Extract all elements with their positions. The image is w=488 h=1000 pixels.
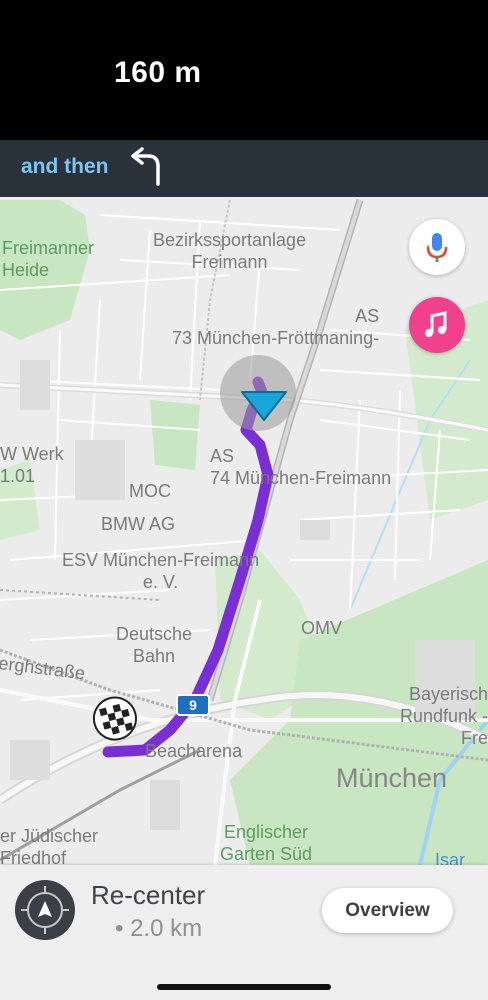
map-label-omv: OMV (301, 618, 343, 638)
instruction-bar: 160 m (0, 0, 488, 140)
music-note-icon (425, 311, 447, 337)
map-label-freimanner-heide: Freimanner Heide (2, 238, 95, 280)
map-label-isar: Isar (435, 850, 466, 865)
map-label-esv: ESV München-Freimann e. V. (62, 550, 260, 592)
map-label-englischer-garten: Englischer Garten Süd (220, 822, 313, 864)
home-indicator[interactable] (157, 984, 331, 990)
microphone-icon (426, 233, 448, 262)
map-label-deutsche-bahn: Deutsche Bahn (116, 624, 193, 666)
next-instruction-label: and then (21, 155, 109, 178)
compass-recenter-icon (21, 886, 69, 934)
map-label-bezirkssportanlage: Bezirkssportanlage Freimann (153, 230, 307, 272)
turn-left-arrow-icon (131, 147, 160, 186)
route-shield: 9 (176, 694, 210, 716)
park-area (150, 400, 200, 470)
map-label-beacharena: Beacharena (145, 741, 243, 761)
overview-button[interactable]: Overview (322, 888, 453, 933)
map-label-bayerischer-rundfunk: Bayerisch Rundfunk - Fre (399, 684, 488, 748)
map-label-bw-werk: W Werk 1.01 (0, 444, 64, 486)
distance-to-turn: 160 m (114, 56, 202, 89)
map-label-bmw-ag: BMW AG (101, 514, 176, 534)
voice-command-button[interactable] (409, 219, 465, 275)
remaining-distance: • 2.0 km (115, 915, 203, 942)
map-label-moc: MOC (129, 481, 171, 501)
map-label-as-74: AS 74 München-Freimann (210, 446, 392, 488)
map-label-as-73: AS 73 München-Fröttmaning- (172, 306, 380, 348)
map-label-muenchen: München (336, 763, 448, 793)
music-button[interactable] (409, 297, 465, 353)
map-label-juedischer-friedhof: er Jüdischer Friedhof (0, 826, 99, 865)
recenter-label[interactable]: Re-center (91, 880, 205, 911)
recenter-button[interactable] (15, 880, 75, 940)
